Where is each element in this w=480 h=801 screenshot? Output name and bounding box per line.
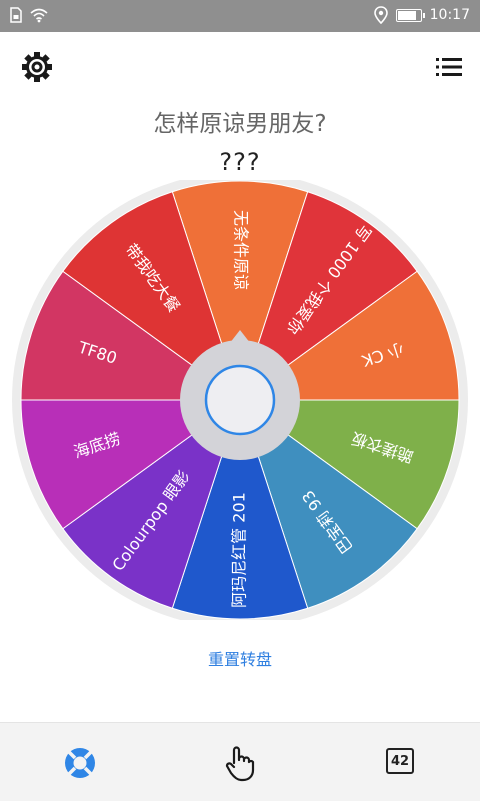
wheel-segment-label: 阿玛尼红管 201 <box>230 492 249 608</box>
question-title: 怎样原谅男朋友? <box>153 111 327 137</box>
number-box-icon: 42 <box>386 748 414 774</box>
settings-button[interactable] <box>20 50 54 84</box>
number-box-label: 42 <box>390 753 410 769</box>
nav-item-tap[interactable] <box>220 743 260 783</box>
sim-icon <box>10 7 22 23</box>
reset-wheel-button[interactable]: 重置转盘 <box>0 646 480 670</box>
hub-inner <box>204 364 276 436</box>
list-icon <box>436 58 462 76</box>
bottom-nav: 42 <box>0 722 480 801</box>
spin-wheel[interactable]: 无条件原谅写 1000 个我爱你小 CK跪搓衣板巴宝莉 93阿玛尼红管 201C… <box>0 180 480 620</box>
lifebuoy-icon <box>65 748 95 778</box>
status-left-icons <box>10 7 48 23</box>
gear-icon <box>22 52 52 82</box>
nav-item-wheel[interactable] <box>60 743 100 783</box>
result-text: ??? <box>219 148 261 176</box>
top-bar <box>0 32 480 102</box>
battery-fill <box>397 10 417 20</box>
status-time: 10:17 <box>429 7 470 23</box>
nav-item-number[interactable]: 42 <box>380 743 420 783</box>
list-menu-button[interactable] <box>434 52 464 82</box>
location-icon <box>373 6 388 24</box>
wifi-icon <box>30 8 48 23</box>
status-bar: 10:17 <box>0 0 480 32</box>
hand-pointer-icon <box>225 746 255 782</box>
battery-icon <box>395 8 425 22</box>
wheel-segment-label: 无条件原谅 <box>232 210 251 290</box>
status-right-icons: 10:17 <box>373 6 470 24</box>
